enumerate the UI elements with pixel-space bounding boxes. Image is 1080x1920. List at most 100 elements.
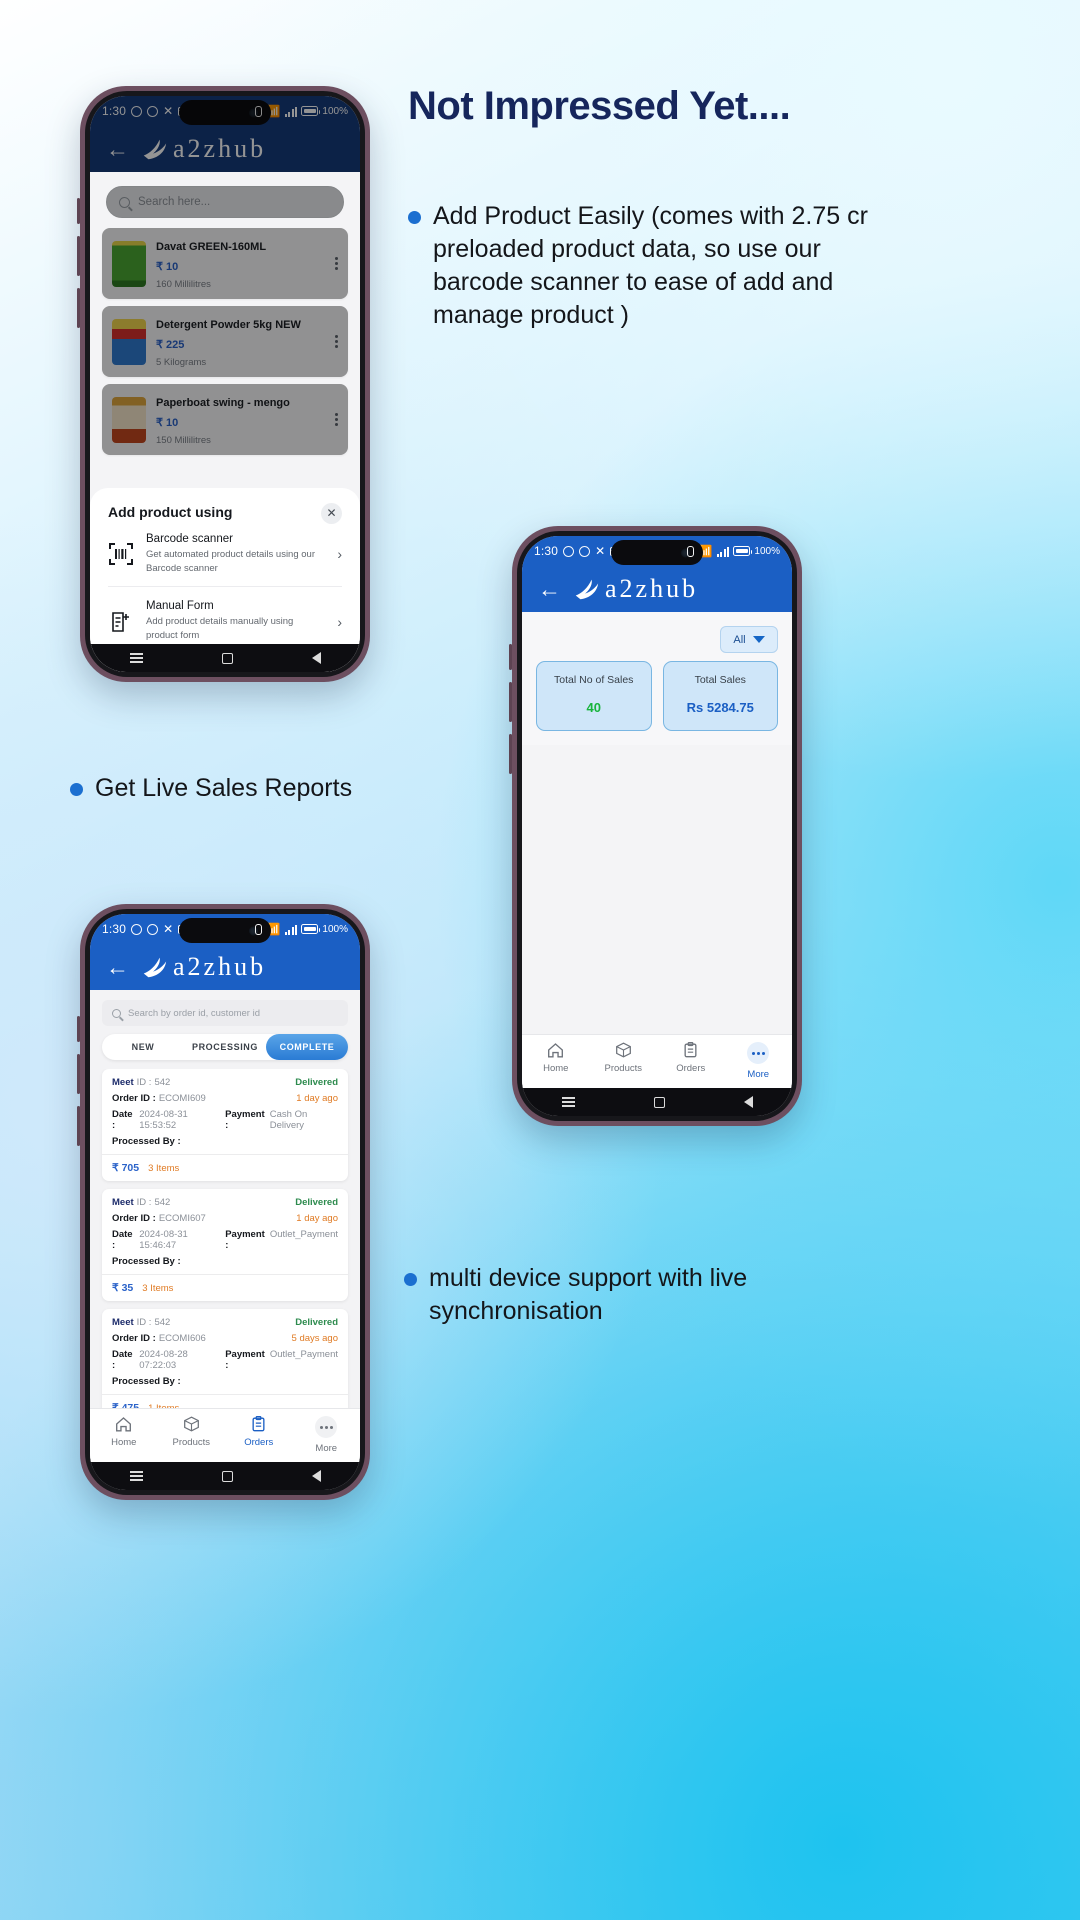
battery-icon [301,924,321,934]
tab-processing[interactable]: PROCESSING [184,1034,266,1060]
back-nav-button[interactable] [311,1470,321,1482]
customer-id-label: ID : [136,1317,152,1328]
form-plus-icon [108,611,134,633]
product-menu-icon[interactable] [329,334,338,349]
tab-products[interactable]: Products [158,1416,226,1454]
brand-logo: a2zhub [571,574,698,604]
product-row[interactable]: Davat GREEN-160ML ₹ 10 160 Millilitres [102,228,348,299]
product-row[interactable]: Paperboat swing - mengo ₹ 10 150 Millili… [102,384,348,455]
status-time: 1:30 [534,544,559,558]
order-age: 1 day ago [296,1213,338,1224]
vibrate-icon [687,545,695,557]
status-time: 1:30 [102,104,127,118]
bank-icon [131,923,143,935]
order-card[interactable]: Meet ID : 542 Delivered Order ID : ECOMI… [102,1069,348,1181]
clipboard-icon [252,1416,265,1432]
tab-orders[interactable]: Orders [657,1042,725,1080]
order-body: Meet ID : 542 Delivered Order ID : ECOMI… [102,1309,348,1394]
order-date: 2024-08-28 07:22:03 [139,1349,188,1371]
volume-down-button [77,236,80,276]
order-card[interactable]: Meet ID : 542 Delivered Order ID : ECOMI… [102,1309,348,1408]
product-row[interactable]: Detergent Powder 5kg NEW ₹ 225 5 Kilogra… [102,306,348,377]
order-processed-line: Processed By : [112,1136,338,1147]
bullet-dot-icon [408,211,421,224]
product-menu-icon[interactable] [329,256,338,271]
search-input[interactable]: Search here... [106,186,344,218]
a2zhub-mark-icon [143,957,167,978]
tab-products[interactable]: Products [590,1042,658,1080]
recents-button[interactable] [561,1097,575,1107]
battery-percent: 100% [322,923,348,935]
poster-canvas: Not Impressed Yet.... Add Product Easily… [0,0,1080,1920]
power-button [509,734,512,774]
order-id-line: Order ID : ECOMI606 5 days ago [112,1333,338,1344]
order-id-label: Order ID : [112,1213,156,1224]
order-id: ECOMI609 [158,1093,206,1104]
order-id: ECOMI607 [158,1213,206,1224]
power-button [77,288,80,328]
instagram-icon [579,545,591,557]
product-menu-icon[interactable] [329,412,338,427]
customer-id-label: ID : [136,1077,152,1088]
chevron-right-icon: › [337,546,342,563]
barcode-icon [108,543,134,566]
order-footer: ₹ 705 3 Items [102,1154,348,1181]
order-processed-line: Processed By : [112,1256,338,1267]
power-button [77,1106,80,1146]
instagram-icon [147,923,159,935]
back-button[interactable]: ← [106,955,129,979]
status-time: 1:30 [102,922,127,936]
order-card[interactable]: Meet ID : 542 Delivered Order ID : ECOMI… [102,1189,348,1301]
tab-label: Products [604,1063,643,1074]
date-label: Date : [112,1109,133,1131]
home-button[interactable] [221,652,233,664]
bullet-dot-icon [404,1273,417,1286]
order-item-count: 3 Items [142,1283,174,1294]
filter-value: All [733,633,746,646]
order-search-input[interactable]: Search by order id, customer id [102,1000,348,1026]
option-barcode-scanner[interactable]: Barcode scanner Get automated product de… [108,520,342,587]
recents-button[interactable] [129,653,143,663]
bottom-tab-bar: Home Products Orders More [90,1408,360,1462]
tab-label: Home [111,1437,137,1448]
feature-bullet-multi-device: multi device support with live synchroni… [404,1262,804,1328]
a2zhub-mark-icon [575,579,599,600]
feature-bullet-text: Get Live Sales Reports [95,774,353,802]
back-button[interactable]: ← [538,577,561,601]
customer-name: Meet [112,1197,134,1208]
brand-name: a2zhub [173,952,267,981]
back-nav-button[interactable] [311,652,321,664]
stats-row: Total No of Sales 40 Total Sales Rs 5284… [522,661,792,745]
search-icon [112,1008,121,1018]
tab-home[interactable]: Home [90,1416,158,1454]
tab-complete[interactable]: COMPLETE [266,1034,348,1060]
payment-method: Outlet_Payment [269,1349,338,1360]
order-age: 5 days ago [291,1333,338,1344]
phone-screen: 1:30 ✕ 📶 100% ← [90,914,360,1490]
shortcut-icon: ✕ [163,104,174,118]
tab-orders[interactable]: Orders [225,1416,293,1454]
processed-by-label: Processed By : [112,1256,181,1267]
stat-value: 40 [586,700,601,715]
order-id-line: Order ID : ECOMI609 1 day ago [112,1093,338,1104]
tab-more[interactable]: More [725,1042,793,1080]
back-nav-button[interactable] [743,1096,753,1108]
sheet-title: Add product using [108,503,233,520]
order-item-count: 3 Items [148,1163,180,1174]
app-bar: ← a2zhub [90,126,360,172]
close-icon[interactable]: ✕ [321,502,342,524]
tab-more[interactable]: More [293,1416,361,1454]
tab-home[interactable]: Home [522,1042,590,1080]
tab-new[interactable]: NEW [102,1034,184,1060]
back-button[interactable]: ← [106,137,129,161]
home-button[interactable] [221,1470,233,1482]
recents-button[interactable] [129,1471,143,1481]
tab-label: Home [543,1063,569,1074]
phone-mockup-sales: 1:30 ✕ 📶 100% ← a2zhub All Total No of S… [509,526,802,1126]
order-body: Meet ID : 542 Delivered Order ID : ECOMI… [102,1189,348,1274]
brand-name: a2zhub [605,574,699,603]
product-thumbnail [112,318,146,365]
bank-icon [563,545,575,557]
period-filter-dropdown[interactable]: All [720,626,778,653]
home-button[interactable] [653,1096,665,1108]
